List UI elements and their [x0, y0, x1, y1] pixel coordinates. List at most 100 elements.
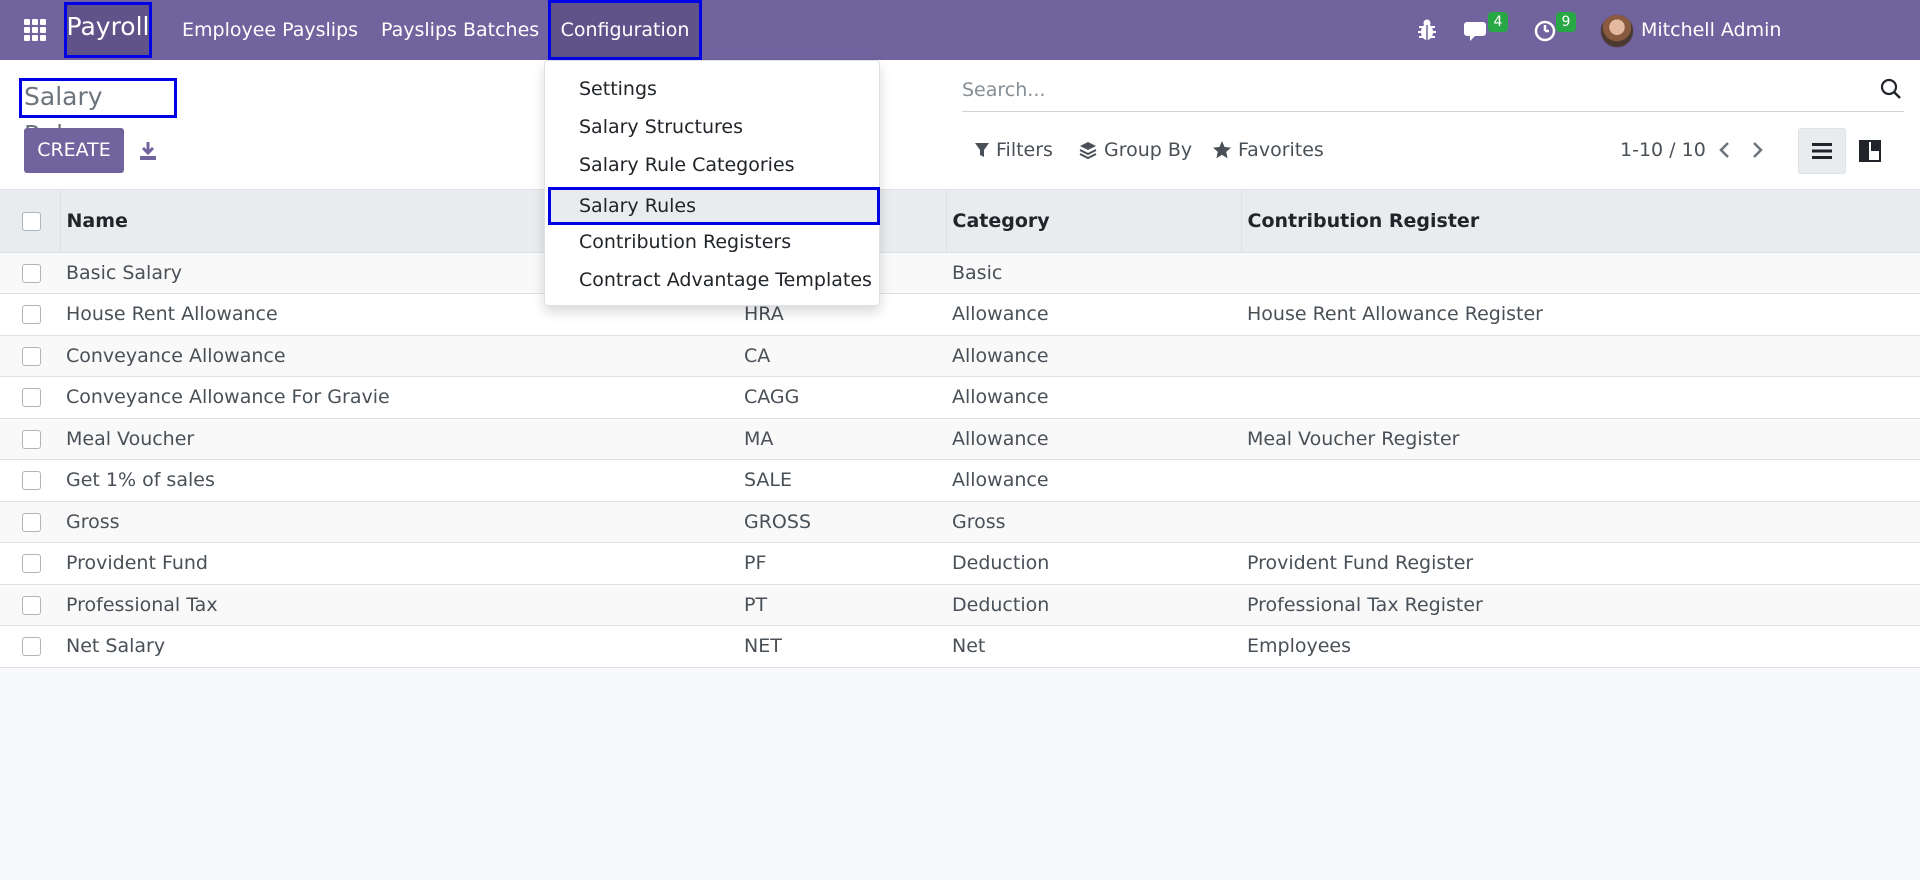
messages-badge: 4 — [1488, 12, 1508, 32]
row-select-cell — [0, 459, 60, 502]
column-category[interactable]: Category — [946, 190, 1242, 253]
star-icon — [1213, 141, 1231, 159]
cell-name: Provident Fund — [60, 542, 738, 585]
dropdown-item-contribution-registers[interactable]: Contribution Registers — [549, 223, 879, 261]
pager-next-icon[interactable] — [1746, 138, 1768, 162]
cell-register: Employees — [1241, 625, 1920, 668]
filter-icon — [975, 143, 989, 157]
search-input[interactable] — [962, 70, 1862, 110]
cell-register: Meal Voucher Register — [1241, 418, 1920, 460]
pager-value[interactable]: 1-10 / 10 — [1620, 132, 1706, 168]
row-checkbox[interactable] — [22, 429, 41, 449]
dropdown-item-salary-rules[interactable]: Salary Rules — [548, 187, 880, 225]
table-row[interactable]: Basic Salary BASIC Basic — [0, 252, 1920, 294]
cell-category: Allowance — [946, 376, 1241, 419]
cell-register — [1241, 501, 1920, 543]
cell-register: House Rent Allowance Register — [1241, 293, 1920, 336]
table-row[interactable]: Conveyance Allowance CA Allowance — [0, 335, 1920, 377]
cell-category: Basic — [946, 252, 1241, 294]
column-contribution-register[interactable]: Contribution Register — [1241, 190, 1920, 253]
row-select-cell — [0, 584, 60, 626]
dropdown-item-settings[interactable]: Settings — [549, 70, 879, 108]
table-row[interactable]: Net Salary NET Net Employees — [0, 625, 1920, 668]
cell-code: MA — [738, 418, 946, 460]
group-by-label: Group By — [1104, 139, 1193, 161]
cell-code: PF — [738, 542, 946, 585]
cell-name: Net Salary — [60, 625, 738, 668]
menu-employee-payslips[interactable]: Employee Payslips — [182, 0, 358, 60]
cell-code: GROSS — [738, 501, 946, 543]
create-button[interactable]: CREATE — [24, 128, 124, 173]
table-row[interactable]: Professional Tax PT Deduction Profession… — [0, 584, 1920, 626]
list-view-icon — [1812, 143, 1832, 159]
cell-register: Professional Tax Register — [1241, 584, 1920, 626]
salary-rules-table: Name Code Category Contribution Register… — [0, 190, 1920, 668]
messages-icon[interactable]: 4 — [1464, 12, 1512, 44]
list-view-button[interactable] — [1798, 128, 1846, 174]
cell-category: Allowance — [946, 418, 1241, 460]
dropdown-item-contract-advantage-templates[interactable]: Contract Advantage Templates — [549, 261, 879, 299]
table-row[interactable]: Conveyance Allowance For Gravie CAGG All… — [0, 376, 1920, 419]
app-brand[interactable]: Payroll — [64, 2, 152, 58]
cell-register: Provident Fund Register — [1241, 542, 1920, 585]
row-select-cell — [0, 335, 60, 377]
activity-clock-icon[interactable]: 9 — [1534, 12, 1582, 44]
row-checkbox[interactable] — [22, 263, 41, 283]
download-icon[interactable] — [138, 140, 158, 162]
table-row[interactable]: House Rent Allowance HRA Allowance House… — [0, 293, 1920, 336]
row-select-cell — [0, 293, 60, 336]
bug-icon[interactable] — [1416, 16, 1438, 44]
row-checkbox[interactable] — [22, 554, 41, 574]
dropdown-item-salary-rule-categories[interactable]: Salary Rule Categories — [549, 146, 879, 184]
search-bar — [962, 70, 1904, 112]
cell-category: Deduction — [946, 542, 1241, 585]
cell-register — [1241, 376, 1920, 419]
row-checkbox[interactable] — [22, 346, 41, 366]
pager-previous-icon[interactable] — [1714, 138, 1736, 162]
cell-category: Gross — [946, 501, 1241, 543]
row-checkbox[interactable] — [22, 595, 41, 615]
favorites-label: Favorites — [1238, 139, 1324, 161]
row-select-cell — [0, 418, 60, 460]
search-icon[interactable] — [1880, 78, 1902, 100]
group-by-button[interactable]: Group By — [1078, 132, 1192, 168]
row-checkbox[interactable] — [22, 471, 41, 491]
table-row[interactable]: Meal Voucher MA Allowance Meal Voucher R… — [0, 418, 1920, 460]
cell-category: Allowance — [946, 459, 1241, 502]
configuration-dropdown: Settings Salary Structures Salary Rule C… — [544, 60, 880, 306]
cell-name: Get 1% of sales — [60, 459, 738, 502]
user-menu-name[interactable]: Mitchell Admin (bi_hr_payroll) — [1641, 0, 1920, 101]
menu-configuration[interactable]: Configuration — [548, 0, 702, 60]
filters-button[interactable]: Filters — [974, 132, 1053, 168]
cell-category: Net — [946, 625, 1241, 668]
cell-register — [1241, 459, 1920, 502]
apps-grid-icon[interactable] — [24, 19, 46, 41]
cell-code: PT — [738, 584, 946, 626]
menu-payslips-batches[interactable]: Payslips Batches — [381, 0, 539, 60]
cell-name: Conveyance Allowance For Gravie — [60, 376, 738, 419]
cell-code: CA — [738, 335, 946, 377]
row-checkbox[interactable] — [22, 512, 41, 532]
row-select-cell — [0, 542, 60, 585]
table-row[interactable]: Gross GROSS Gross — [0, 501, 1920, 543]
row-checkbox[interactable] — [22, 637, 41, 657]
favorites-button[interactable]: Favorites — [1212, 132, 1324, 168]
row-checkbox[interactable] — [22, 305, 41, 325]
cell-category: Deduction — [946, 584, 1241, 626]
cell-name: Conveyance Allowance — [60, 335, 738, 377]
dropdown-item-salary-structures[interactable]: Salary Structures — [549, 108, 879, 146]
page-title: Salary Rules — [19, 78, 177, 149]
cell-name: Professional Tax — [60, 584, 738, 626]
row-checkbox[interactable] — [22, 388, 41, 408]
activities-badge: 9 — [1556, 12, 1576, 32]
cell-category: Allowance — [946, 335, 1241, 377]
table-row[interactable]: Provident Fund PF Deduction Provident Fu… — [0, 542, 1920, 585]
table-row[interactable]: Get 1% of sales SALE Allowance — [0, 459, 1920, 502]
cell-code: CAGG — [738, 376, 946, 419]
kanban-view-button[interactable] — [1846, 128, 1894, 174]
cell-name: Gross — [60, 501, 738, 543]
top-navbar: Payroll Employee Payslips Payslips Batch… — [0, 0, 1920, 101]
kanban-view-icon — [1859, 140, 1881, 162]
select-all-checkbox[interactable] — [22, 211, 41, 231]
user-avatar[interactable] — [1600, 14, 1634, 48]
